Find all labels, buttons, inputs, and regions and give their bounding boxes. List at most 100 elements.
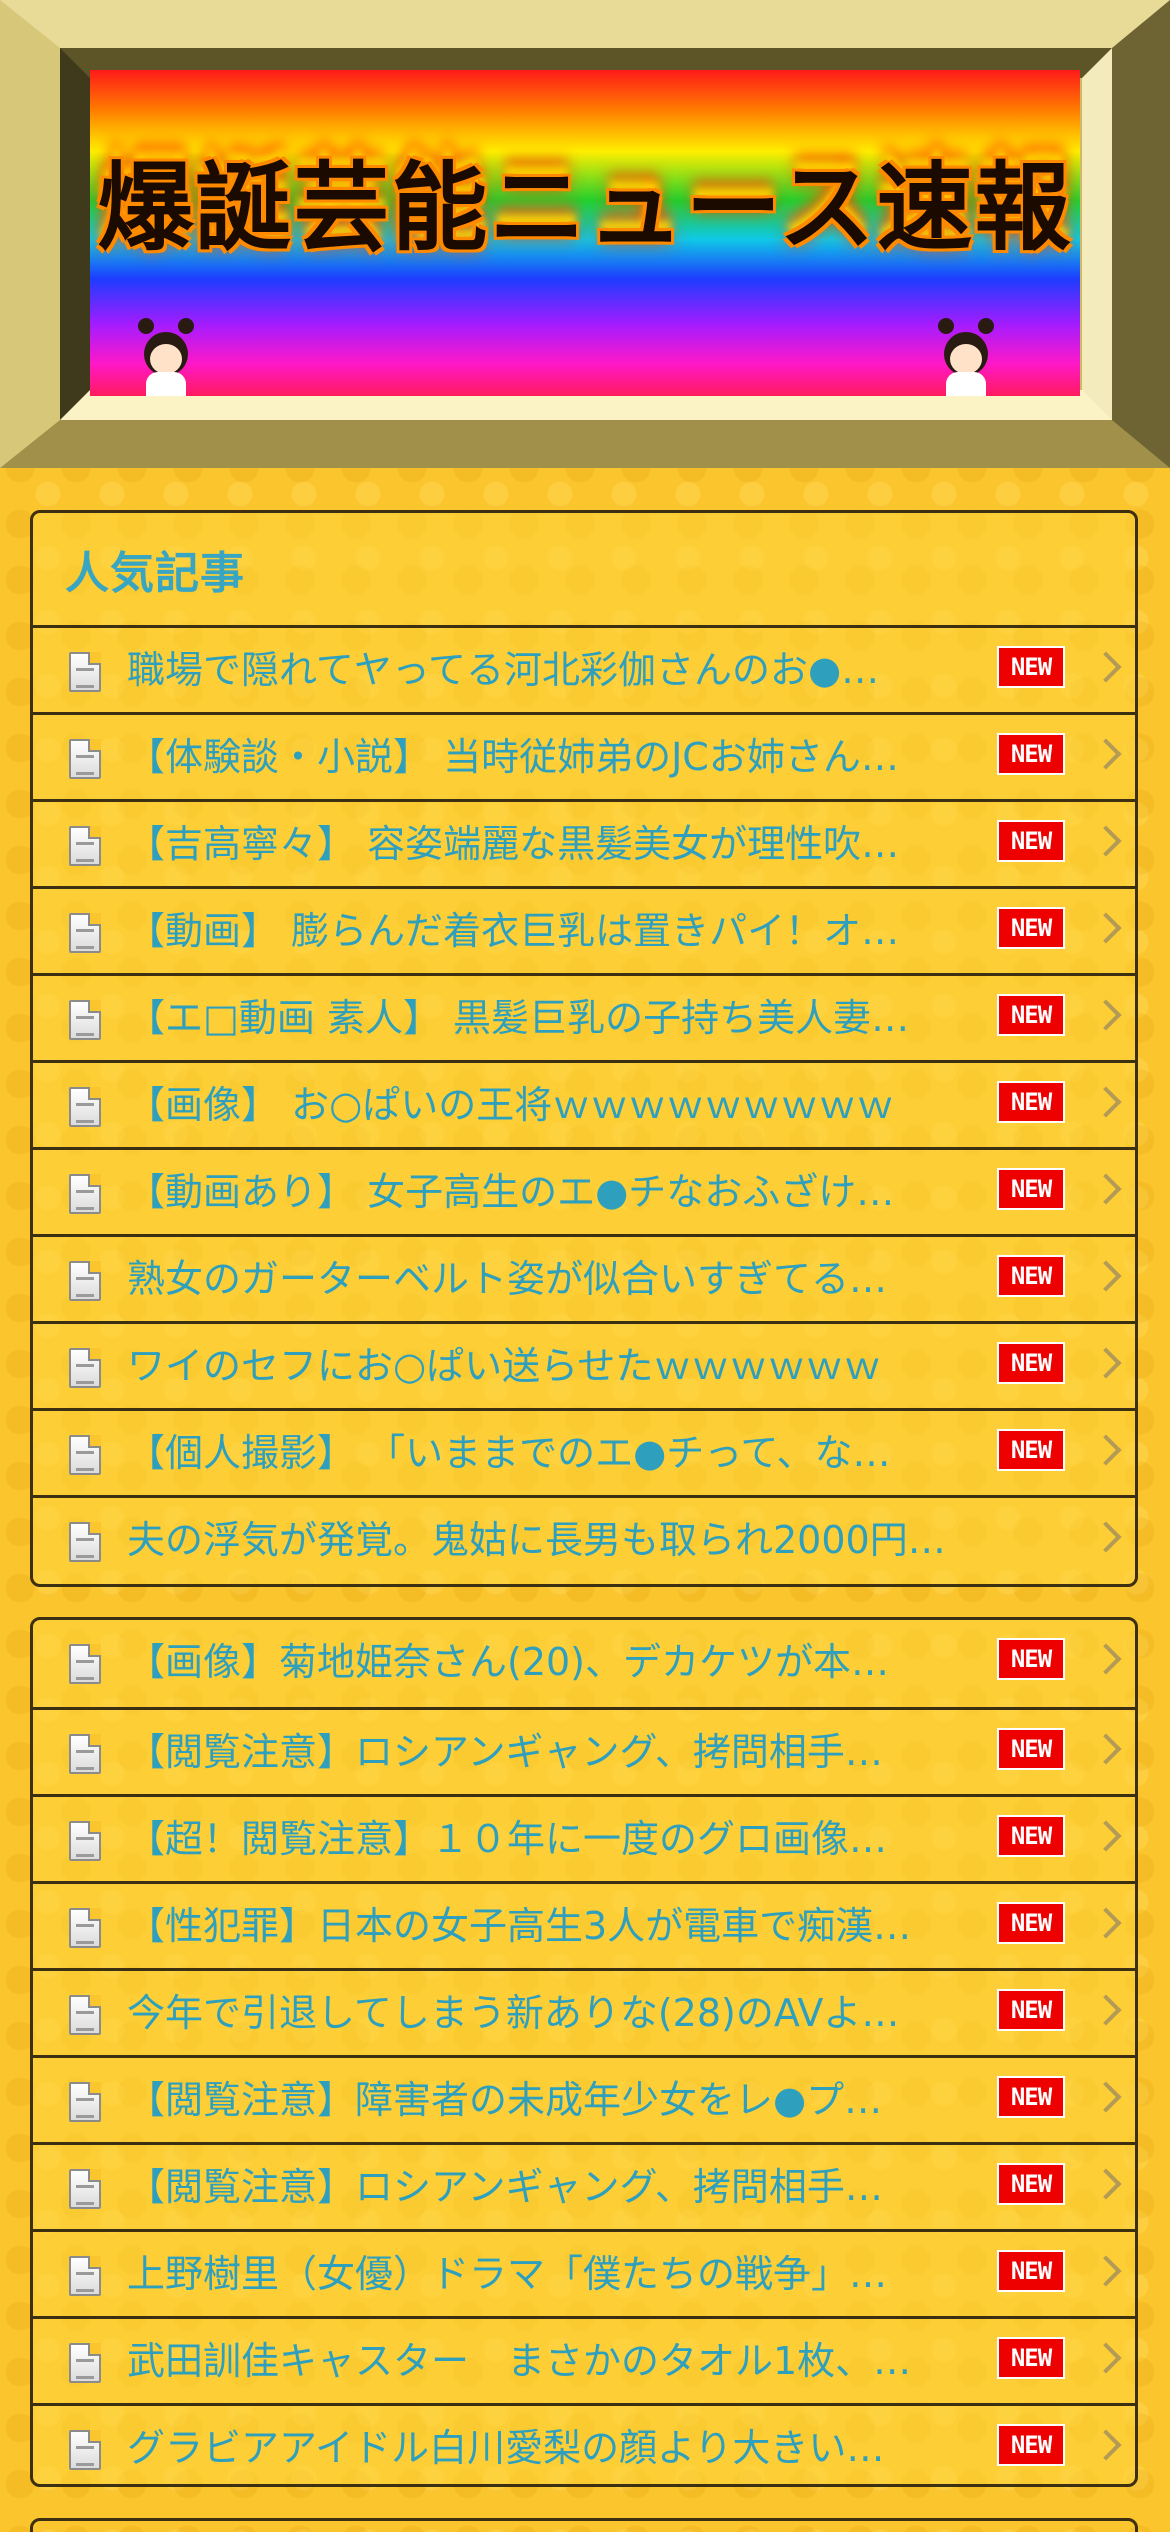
new-badge: NEW [997,1902,1065,1944]
chevron-right-icon [1090,2168,1122,2200]
article-list: 【画像】菊地姫奈さん(20)、デカケツが本… NEW 【閲覧注意】ロシアンギャング、… [33,1620,1135,2484]
document-icon [69,1174,101,1214]
popular-articles-panel: 人気記事 職場で隠れてヤってる河北彩伽さんのお●… NEW 【体験談・小説】 当時従… [30,510,1138,1587]
article-title: 【画像】 お○ぱいの王将ｗｗｗｗｗｗｗｗｗ [127,1083,895,1127]
mascot-right-icon [930,318,1002,396]
document-icon [69,2430,101,2470]
article-row[interactable]: 【体験談・小説】 当時従姉弟のJCお姉さん… NEW [33,712,1135,799]
article-row[interactable]: 【エ□動画 素人】 黒髪巨乳の子持ち美人妻… NEW [33,973,1135,1060]
chevron-right-icon [1090,1907,1122,1939]
mascot-left-icon [130,318,202,396]
article-row[interactable]: 熟女のガーターベルト姿が似合いすぎてる… NEW [33,1234,1135,1321]
site-logo-banner[interactable]: 爆誕芸能ニュース速報 [90,70,1080,396]
article-row[interactable]: 今年で引退してしまう新ありな(28)のAVよ… NEW [33,1968,1135,2055]
article-row[interactable]: 【吉高寧々】 容姿端麗な黒髪美女が理性吹… NEW [33,799,1135,886]
article-row[interactable]: 【画像】 お○ぱいの王将ｗｗｗｗｗｗｗｗｗ NEW [33,1060,1135,1147]
new-badge: NEW [997,1429,1065,1471]
chevron-right-icon [1090,1820,1122,1852]
document-icon [69,2343,101,2383]
article-row[interactable]: 【画像】菊地姫奈さん(20)、デカケツが本… NEW [33,1620,1135,1707]
article-title: 【超！閲覧注意】１０年に一度のグロ画像… [127,1817,888,1861]
new-badge: NEW [997,994,1065,1036]
article-title: 【吉高寧々】 容姿端麗な黒髪美女が理性吹… [127,822,900,866]
chevron-right-icon [1090,1173,1122,1205]
article-title: 【個人撮影】 「いままでのエ●チって、な… [127,1431,891,1475]
article-title: 【閲覧注意】ロシアンギャング、拷問相手… [127,1730,883,1774]
chevron-right-icon [1090,1994,1122,2026]
article-row[interactable]: ワイのセフにお○ぱい送らせたｗｗｗｗｗｗ NEW [33,1321,1135,1408]
article-row[interactable]: 職場で隠れてヤってる河北彩伽さんのお●… NEW [33,625,1135,712]
chevron-right-icon [1090,1434,1122,1466]
new-badge: NEW [997,2337,1065,2379]
latest-articles-panel: 【画像】菊地姫奈さん(20)、デカケツが本… NEW 【閲覧注意】ロシアンギャング、… [30,1617,1138,2487]
article-row[interactable]: 【閲覧注意】ロシアンギャング、拷問相手… NEW [33,2142,1135,2229]
document-icon [69,1087,101,1127]
document-icon [69,913,101,953]
document-icon [69,2256,101,2296]
document-icon [69,2169,101,2209]
new-badge: NEW [997,2250,1065,2292]
document-icon [69,739,101,779]
new-badge: NEW [997,1728,1065,1770]
chevron-right-icon [1090,2342,1122,2374]
article-row[interactable]: 武田訓佳キャスター まさかのタオル1枚、… NEW [33,2316,1135,2403]
article-title: 【動画あり】 女子高生のエ●チなおふざけ… [127,1170,895,1214]
chevron-right-icon [1090,651,1122,683]
chevron-right-icon [1090,1347,1122,1379]
new-badge: NEW [997,733,1065,775]
article-row[interactable]: 上野樹里（女優）ドラマ「僕たちの戦争」… NEW [33,2229,1135,2316]
new-badge: NEW [997,1342,1065,1384]
article-title: 【体験談・小説】 当時従姉弟のJCお姉さん… [127,735,899,779]
chevron-right-icon [1090,2429,1122,2461]
article-row[interactable]: 【動画あり】 女子高生のエ●チなおふざけ… NEW [33,1147,1135,1234]
chevron-right-icon [1090,1086,1122,1118]
new-badge: NEW [997,1638,1065,1680]
new-badge: NEW [997,820,1065,862]
article-row[interactable]: 【超！閲覧注意】１０年に一度のグロ画像… NEW [33,1794,1135,1881]
article-title: 武田訓佳キャスター まさかのタオル1枚、… [127,2339,912,2383]
document-icon [69,1995,101,2035]
article-title: 【閲覧注意】障害者の未成年少女をレ●プ… [127,2078,883,2122]
chevron-right-icon [1090,825,1122,857]
document-icon [69,1821,101,1861]
next-panel-edge [30,2518,1138,2532]
new-badge: NEW [997,2163,1065,2205]
article-title: 職場で隠れてヤってる河北彩伽さんのお●… [127,648,880,692]
panel-header: 人気記事 [33,513,1135,625]
document-icon [69,652,101,692]
article-row[interactable]: 【性犯罪】日本の女子高生3人が電車で痴漢… NEW [33,1881,1135,1968]
chevron-right-icon [1090,1733,1122,1765]
chevron-right-icon [1090,738,1122,770]
new-badge: NEW [997,2076,1065,2118]
article-row[interactable]: 【個人撮影】 「いままでのエ●チって、な… NEW [33,1408,1135,1495]
new-badge: NEW [997,2424,1065,2466]
article-row[interactable]: グラビアアイドル白川愛梨の顔より大きい… NEW [33,2403,1135,2484]
article-title: 【性犯罪】日本の女子高生3人が電車で痴漢… [127,1904,912,1948]
document-icon [69,1522,101,1562]
article-list: 職場で隠れてヤってる河北彩伽さんのお●… NEW 【体験談・小説】 当時従姉弟のJC… [33,625,1135,1582]
article-row[interactable]: 【閲覧注意】障害者の未成年少女をレ●プ… NEW [33,2055,1135,2142]
document-icon [69,1348,101,1388]
article-title: 【動画】 膨らんだ着衣巨乳は置きパイ！オ… [127,909,900,953]
article-title: 熟女のガーターベルト姿が似合いすぎてる… [127,1257,888,1301]
article-title: ワイのセフにお○ぱい送らせたｗｗｗｗｗｗ [127,1344,882,1388]
new-badge: NEW [997,1168,1065,1210]
new-badge: NEW [997,1081,1065,1123]
chevron-right-icon [1090,1260,1122,1292]
article-title: 【画像】菊地姫奈さん(20)、デカケツが本… [127,1640,890,1684]
document-icon [69,2082,101,2122]
article-row[interactable]: 夫の浮気が発覚。鬼姑に長男も取られ2000円… [33,1495,1135,1582]
document-icon [69,1261,101,1301]
article-title: 今年で引退してしまう新ありな(28)のAVよ… [127,1991,900,2035]
new-badge: NEW [997,646,1065,688]
chevron-right-icon [1090,1521,1122,1553]
article-row[interactable]: 【動画】 膨らんだ着衣巨乳は置きパイ！オ… NEW [33,886,1135,973]
site-header: 爆誕芸能ニュース速報 [0,0,1170,468]
document-icon [69,1644,101,1684]
article-title: 【エ□動画 素人】 黒髪巨乳の子持ち美人妻… [127,996,910,1040]
new-badge: NEW [997,1989,1065,2031]
site-title: 爆誕芸能ニュース速報 [97,151,1073,264]
article-title: グラビアアイドル白川愛梨の顔より大きい… [127,2426,885,2470]
article-row[interactable]: 【閲覧注意】ロシアンギャング、拷問相手… NEW [33,1707,1135,1794]
article-title: 夫の浮気が発覚。鬼姑に長男も取られ2000円… [127,1518,946,1562]
